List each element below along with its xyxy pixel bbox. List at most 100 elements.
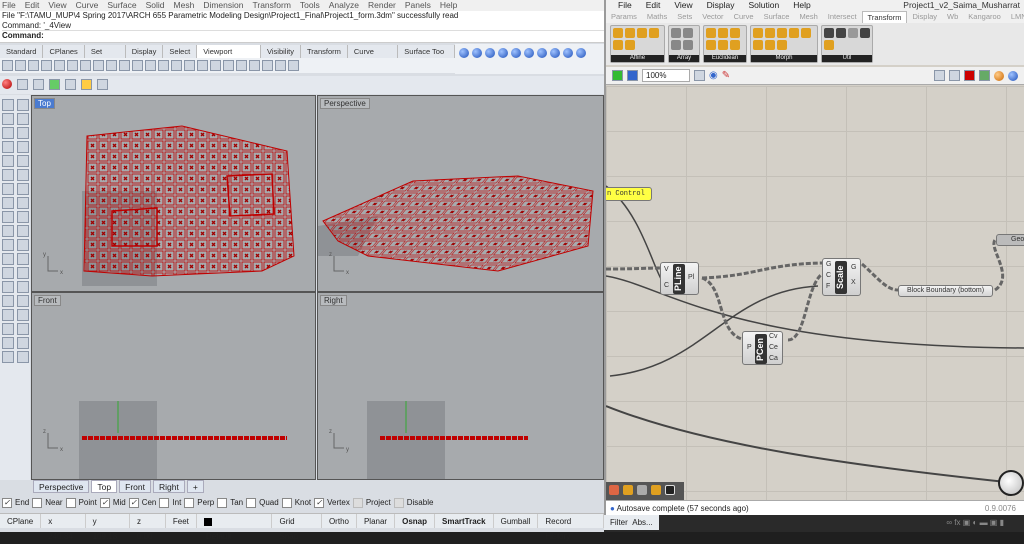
component-icon[interactable] — [637, 28, 647, 38]
boolean-icon[interactable] — [17, 225, 29, 237]
component-icon[interactable] — [706, 28, 716, 38]
render-icon[interactable] — [2, 351, 14, 363]
output-pl[interactable]: Pl — [688, 274, 694, 281]
surface-icon[interactable] — [17, 183, 29, 195]
gh-canvas[interactable]: n Control V C PLine Pl G C F Scale G X P… — [606, 86, 1024, 500]
gh-tab-sets[interactable]: Sets — [672, 11, 697, 23]
pcen-component[interactable]: P PCen Cv Ce Ca — [742, 331, 783, 365]
menu-transform[interactable]: Transform — [252, 0, 290, 11]
command-prompt[interactable]: Command: — [2, 31, 44, 40]
layout-icon[interactable] — [210, 60, 221, 71]
circle-icon[interactable] — [2, 127, 14, 139]
output-g[interactable]: G — [851, 264, 856, 271]
layout-icon[interactable] — [171, 60, 182, 71]
mesh-icon[interactable] — [2, 211, 14, 223]
join-icon[interactable] — [2, 295, 14, 307]
layout-icon[interactable] — [132, 60, 143, 71]
boolean-icon[interactable] — [2, 225, 14, 237]
preview-shaded-icon[interactable] — [949, 70, 960, 81]
gh-menu-edit[interactable]: Edit — [646, 0, 661, 11]
component-icon[interactable] — [836, 28, 846, 38]
cone-icon[interactable] — [537, 48, 547, 58]
menu-curve[interactable]: Curve — [76, 0, 99, 11]
layout-icon[interactable] — [197, 60, 208, 71]
pyramid-icon[interactable] — [563, 48, 573, 58]
curve-icon[interactable] — [17, 113, 29, 125]
gh-menu-view[interactable]: View — [674, 0, 692, 11]
mirror-icon[interactable] — [2, 281, 14, 293]
layout-icon[interactable] — [275, 60, 286, 71]
control-panel[interactable]: n Control — [606, 187, 652, 201]
vp-tab-add[interactable]: + — [186, 480, 204, 493]
explode-icon[interactable] — [17, 295, 29, 307]
component-icon[interactable] — [706, 40, 716, 50]
layout-icon[interactable] — [106, 60, 117, 71]
viewport-front[interactable]: zx Front — [31, 292, 316, 480]
viewport-label-right[interactable]: Right — [320, 295, 347, 306]
osnap-mid-checkbox[interactable]: ✓ — [99, 497, 110, 508]
component-icon[interactable] — [613, 28, 623, 38]
layer-icon[interactable] — [17, 323, 29, 335]
geo-param[interactable]: Geo — [996, 234, 1024, 246]
display-sphere-icon[interactable] — [1008, 70, 1018, 81]
refresh-icon[interactable] — [665, 485, 675, 495]
sphere-icon[interactable] — [485, 48, 495, 58]
tool-icon[interactable] — [17, 79, 28, 90]
menu-render[interactable]: Render — [368, 0, 396, 11]
cone-icon[interactable] — [623, 485, 633, 495]
scale-component[interactable]: G C F Scale G X — [822, 258, 861, 296]
preview-wire-icon[interactable] — [934, 70, 945, 81]
component-icon[interactable] — [753, 40, 763, 50]
text-icon[interactable] — [17, 239, 29, 251]
tab-standard[interactable]: Standard — [0, 45, 44, 58]
tool-icon[interactable] — [49, 79, 60, 90]
cplane-label[interactable]: CPlane — [0, 514, 42, 528]
layout-icon[interactable] — [184, 60, 195, 71]
split-icon[interactable] — [17, 309, 29, 321]
open-icon[interactable] — [612, 70, 623, 81]
scale-icon[interactable] — [17, 267, 29, 279]
input-c[interactable]: C — [664, 282, 669, 289]
grid-snap-toggle[interactable]: Grid Snap — [272, 514, 322, 541]
sphere-icon[interactable] — [498, 48, 508, 58]
output-cv[interactable]: Cv — [769, 333, 778, 340]
vp-tab-front[interactable]: Front — [119, 480, 151, 493]
layout-icon[interactable] — [28, 60, 39, 71]
osnap-vertex-checkbox[interactable]: ✓ — [314, 497, 325, 508]
layout-icon[interactable] — [145, 60, 156, 71]
layout-icon[interactable] — [54, 60, 65, 71]
gh-tab-intersect[interactable]: Intersect — [823, 11, 862, 23]
tab-visibility[interactable]: Visibility — [261, 45, 301, 58]
component-icon[interactable] — [777, 28, 787, 38]
print-icon[interactable] — [288, 60, 299, 71]
component-icon[interactable] — [824, 40, 834, 50]
tab-select[interactable]: Select — [163, 45, 198, 58]
component-icon[interactable] — [730, 40, 740, 50]
component-icon[interactable] — [789, 28, 799, 38]
sketch-pen-icon[interactable]: ✎ — [722, 70, 730, 81]
ortho-toggle[interactable]: Ortho — [322, 514, 357, 528]
analyze-icon[interactable] — [2, 337, 14, 349]
fillet-icon[interactable] — [2, 169, 14, 181]
menu-view[interactable]: View — [48, 0, 66, 11]
osnap-int-checkbox[interactable] — [159, 497, 170, 508]
gh-menu-display[interactable]: Display — [707, 0, 735, 11]
output-x[interactable]: X — [851, 279, 856, 286]
input-p[interactable]: P — [747, 344, 752, 351]
component-icon[interactable] — [801, 28, 811, 38]
viewport-right[interactable]: zy Right — [317, 292, 604, 480]
component-icon[interactable] — [848, 28, 858, 38]
osnap-toggle[interactable]: Osnap — [395, 514, 435, 528]
gumball-toggle[interactable]: Gumball — [494, 514, 539, 528]
tool-icon[interactable] — [97, 79, 108, 90]
gh-tab-display[interactable]: Display — [907, 11, 942, 23]
menu-dimension[interactable]: Dimension — [203, 0, 243, 11]
component-icon[interactable] — [649, 28, 659, 38]
offset-icon[interactable] — [17, 169, 29, 181]
layer-indicator[interactable]: Default — [197, 514, 273, 541]
component-icon[interactable] — [765, 28, 775, 38]
component-icon[interactable] — [860, 28, 870, 38]
layout-icon[interactable] — [119, 60, 130, 71]
gh-tab-vector[interactable]: Vector — [697, 11, 728, 23]
input-f[interactable]: F — [826, 283, 830, 290]
